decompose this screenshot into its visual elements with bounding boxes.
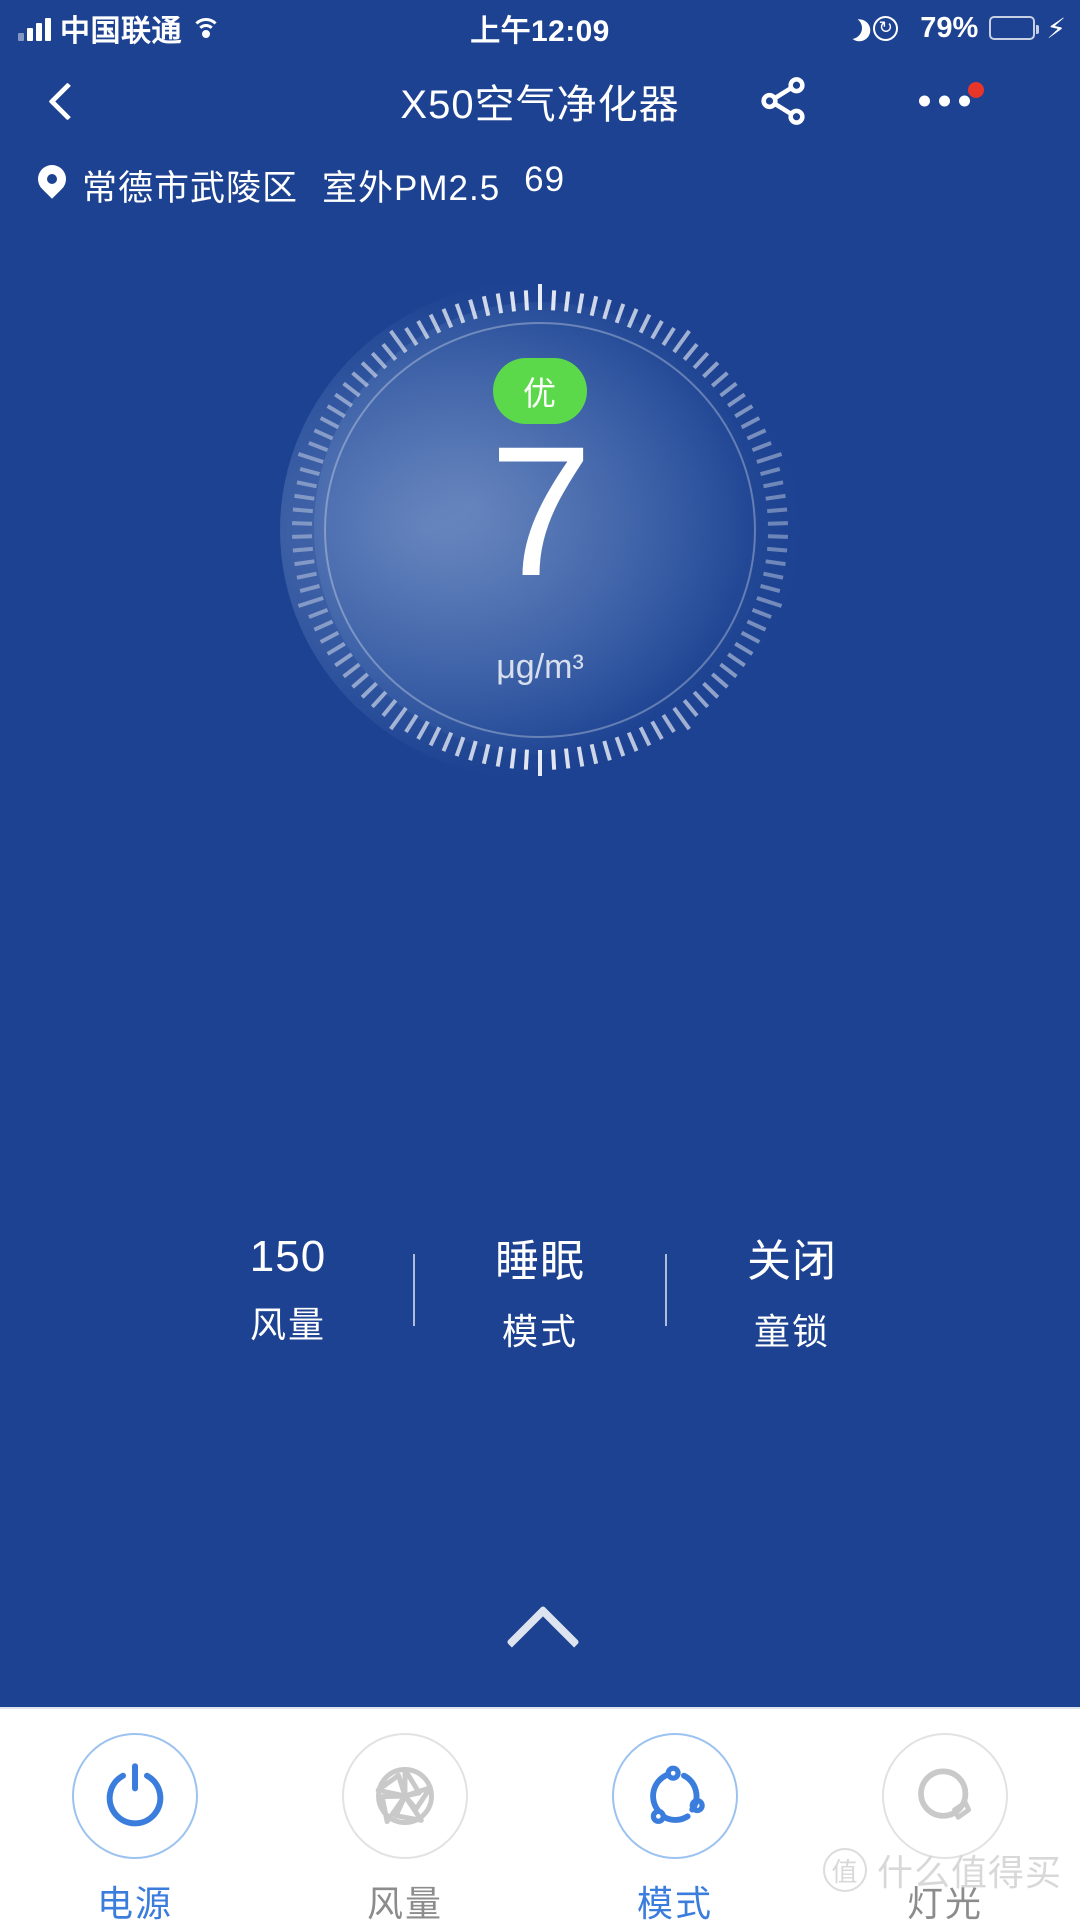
- fan-icon: [342, 1733, 468, 1859]
- page-title: X50空气净化器: [400, 83, 680, 127]
- stat-value: 150: [249, 1232, 327, 1281]
- stat-label: 童锁: [753, 1311, 830, 1352]
- battery-percent: 79%: [920, 11, 979, 44]
- stat-fan-speed[interactable]: 150 风量: [163, 1232, 413, 1348]
- stat-mode[interactable]: 睡眠 模式: [415, 1225, 665, 1355]
- watermark-logo: 值: [822, 1848, 867, 1892]
- status-bar: 中国联通 上午12:09 79% ⚡: [0, 0, 1080, 56]
- control-label: 风量: [366, 1883, 443, 1920]
- watermark-text: 什么值得买: [876, 1852, 1062, 1893]
- watermark: 值 什么值得买: [822, 1844, 1062, 1896]
- control-label: 电源: [96, 1883, 173, 1920]
- pm25-value: 7: [489, 409, 593, 615]
- light-icon: [882, 1733, 1008, 1859]
- power-icon: [72, 1733, 198, 1859]
- city-label: 常德市武陵区: [82, 168, 299, 208]
- battery-icon: [989, 16, 1040, 40]
- stat-value: 关闭: [747, 1237, 837, 1286]
- stat-child-lock[interactable]: 关闭 童锁: [667, 1225, 917, 1355]
- location-text: 常德市武陵区 室外PM2.5 69: [82, 160, 565, 211]
- rotation-lock-icon: [873, 15, 899, 41]
- expand-panel-button[interactable]: [503, 1600, 577, 1652]
- app-root: 中国联通 上午12:09 79% ⚡ X50空气净化器: [0, 0, 1080, 1920]
- control-power[interactable]: 电源: [0, 1733, 270, 1920]
- more-dots-icon[interactable]: [919, 95, 970, 107]
- bottom-control-bar: 电源 风量 模式 灯光 值 什么值得买: [0, 1707, 1080, 1920]
- stat-label: 风量: [249, 1304, 326, 1345]
- stats-row: 150 风量 睡眠 模式 关闭 童锁: [0, 1225, 1080, 1355]
- moon-icon: [837, 14, 865, 42]
- share-icon[interactable]: [756, 74, 810, 128]
- control-label: 模式: [636, 1883, 713, 1920]
- stat-value: 睡眠: [495, 1237, 585, 1286]
- nav-bar: X50空气净化器: [0, 56, 1080, 146]
- control-fan[interactable]: 风量: [270, 1733, 540, 1920]
- stat-label: 模式: [501, 1311, 578, 1352]
- charging-bolt-icon: ⚡: [1046, 12, 1066, 44]
- notification-badge: [968, 82, 984, 98]
- outdoor-pm-label: 室外PM2.5: [322, 168, 501, 208]
- mode-icon: [612, 1733, 738, 1859]
- air-quality-gauge: 优 7 μg/m³: [280, 280, 800, 780]
- location-row[interactable]: 常德市武陵区 室外PM2.5 69: [0, 155, 1080, 215]
- status-right: 79% ⚡: [840, 12, 1066, 45]
- pm25-unit: μg/m³: [496, 648, 584, 686]
- outdoor-pm-value: 69: [524, 159, 566, 199]
- location-pin-icon: [36, 165, 68, 205]
- control-mode[interactable]: 模式: [540, 1733, 810, 1920]
